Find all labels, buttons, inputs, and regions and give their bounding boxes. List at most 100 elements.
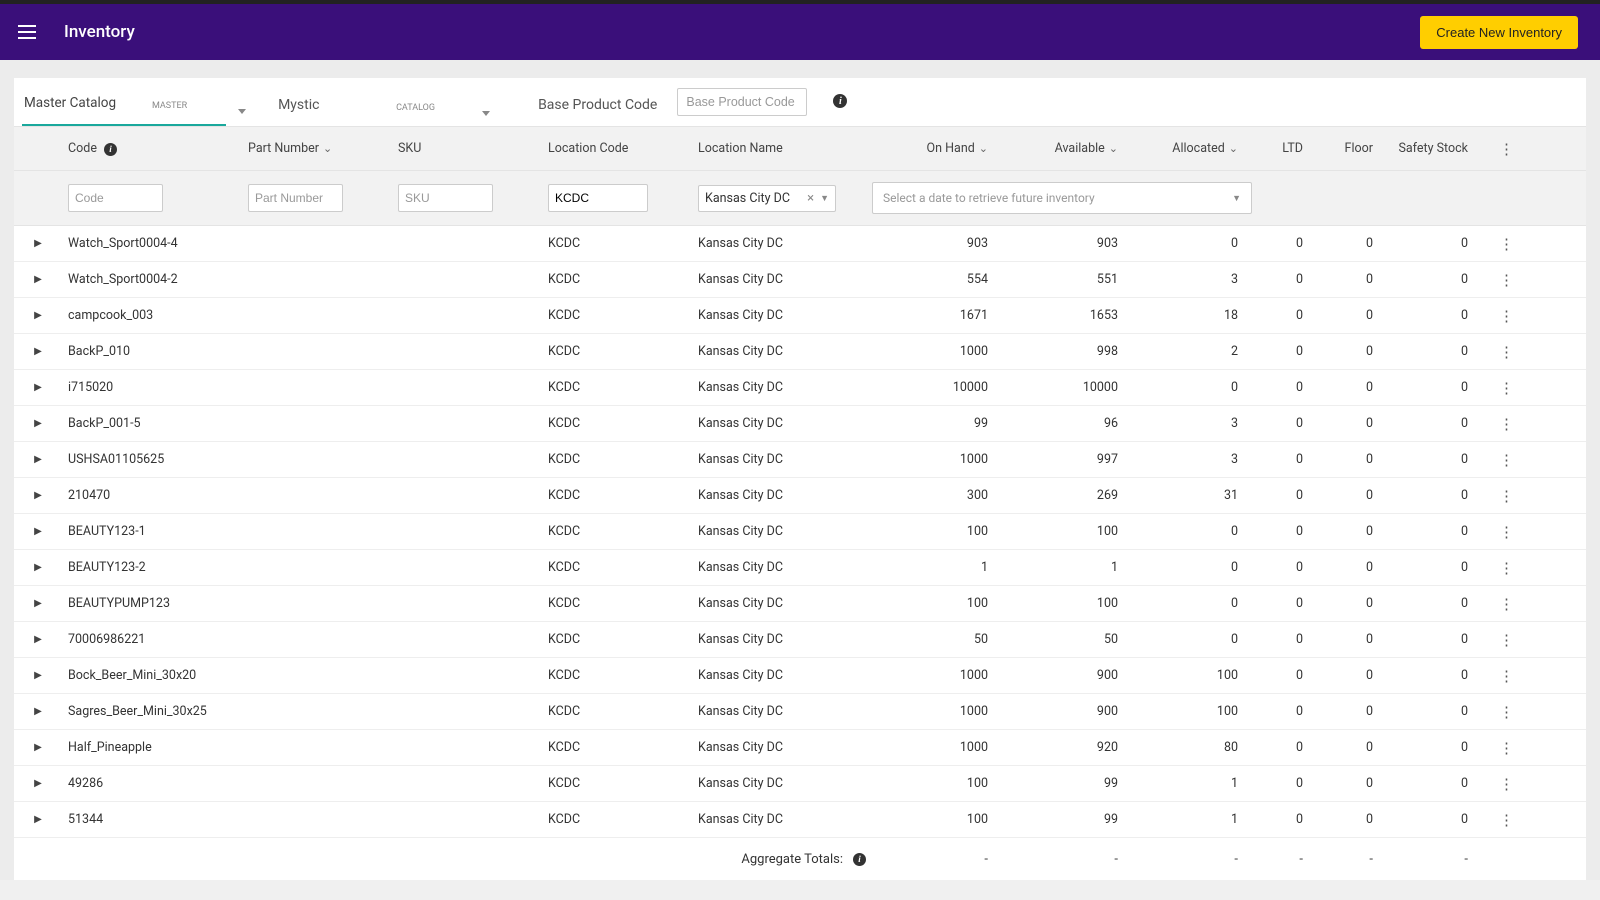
column-code[interactable]: Code i bbox=[62, 141, 242, 156]
page-title: Inventory bbox=[64, 22, 135, 42]
expand-icon[interactable]: ▶ bbox=[14, 526, 62, 537]
expand-icon[interactable]: ▶ bbox=[14, 778, 62, 789]
expand-icon[interactable]: ▶ bbox=[14, 670, 62, 681]
table-row[interactable]: ▶Bock_Beer_Mini_30x20KCDCKansas City DC1… bbox=[14, 658, 1586, 694]
cell-floor: 0 bbox=[1317, 416, 1387, 431]
row-options-icon[interactable] bbox=[1482, 775, 1530, 793]
expand-icon[interactable]: ▶ bbox=[14, 274, 62, 285]
cell-on-hand: 1000 bbox=[872, 452, 1002, 467]
filter-sku-input[interactable] bbox=[398, 184, 493, 212]
column-floor[interactable]: Floor bbox=[1317, 141, 1387, 156]
row-options-icon[interactable] bbox=[1482, 559, 1530, 577]
cell-allocated: 3 bbox=[1132, 452, 1252, 467]
column-sku[interactable]: SKU bbox=[392, 141, 542, 156]
column-location-name[interactable]: Location Name bbox=[692, 141, 872, 156]
future-inventory-date-combo[interactable]: Select a date to retrieve future invento… bbox=[872, 182, 1252, 214]
column-location-code[interactable]: Location Code bbox=[542, 141, 692, 156]
row-options-icon[interactable] bbox=[1482, 307, 1530, 325]
table-row[interactable]: ▶70006986221KCDCKansas City DC50500000 bbox=[14, 622, 1586, 658]
cell-on-hand: 1000 bbox=[872, 668, 1002, 683]
table-row[interactable]: ▶BEAUTY123-2KCDCKansas City DC110000 bbox=[14, 550, 1586, 586]
totals-safety: - bbox=[1387, 852, 1482, 867]
clear-icon[interactable]: × bbox=[807, 191, 814, 206]
info-icon[interactable]: i bbox=[104, 143, 117, 156]
cell-ltd: 0 bbox=[1252, 344, 1317, 359]
row-options-icon[interactable] bbox=[1482, 379, 1530, 397]
expand-icon[interactable]: ▶ bbox=[14, 238, 62, 249]
chevron-down-icon[interactable] bbox=[238, 109, 246, 114]
expand-icon[interactable]: ▶ bbox=[14, 706, 62, 717]
cell-location-name: Kansas City DC bbox=[692, 524, 872, 539]
base-product-code-input[interactable] bbox=[677, 88, 807, 116]
cell-available: 1 bbox=[1002, 560, 1132, 575]
table-row[interactable]: ▶i715020KCDCKansas City DC10000100000000 bbox=[14, 370, 1586, 406]
table-row[interactable]: ▶BackP_010KCDCKansas City DC10009982000 bbox=[14, 334, 1586, 370]
table-row[interactable]: ▶Half_PineappleKCDCKansas City DC1000920… bbox=[14, 730, 1586, 766]
cell-available: 100 bbox=[1002, 596, 1132, 611]
row-options-icon[interactable] bbox=[1482, 451, 1530, 469]
column-options-icon[interactable] bbox=[1482, 140, 1530, 158]
table-row[interactable]: ▶USHSA01105625KCDCKansas City DC10009973… bbox=[14, 442, 1586, 478]
table-row[interactable]: ▶51344KCDCKansas City DC100991000 bbox=[14, 802, 1586, 838]
row-options-icon[interactable] bbox=[1482, 235, 1530, 253]
cell-ltd: 0 bbox=[1252, 704, 1317, 719]
table-row[interactable]: ▶210470KCDCKansas City DC30026931000 bbox=[14, 478, 1586, 514]
expand-icon[interactable]: ▶ bbox=[14, 382, 62, 393]
row-options-icon[interactable] bbox=[1482, 487, 1530, 505]
table-row[interactable]: ▶BEAUTY123-1KCDCKansas City DC1001000000 bbox=[14, 514, 1586, 550]
cell-available: 50 bbox=[1002, 632, 1132, 647]
row-options-icon[interactable] bbox=[1482, 739, 1530, 757]
filter-part-number-input[interactable] bbox=[248, 184, 343, 212]
expand-icon[interactable]: ▶ bbox=[14, 490, 62, 501]
filter-location-name-combo[interactable]: Kansas City DC × ▼ bbox=[698, 185, 836, 212]
cell-available: 551 bbox=[1002, 272, 1132, 287]
expand-icon[interactable]: ▶ bbox=[14, 562, 62, 573]
expand-icon[interactable]: ▶ bbox=[14, 598, 62, 609]
cell-location-name: Kansas City DC bbox=[692, 452, 872, 467]
cell-on-hand: 554 bbox=[872, 272, 1002, 287]
row-options-icon[interactable] bbox=[1482, 415, 1530, 433]
chevron-down-icon[interactable] bbox=[482, 111, 490, 116]
row-options-icon[interactable] bbox=[1482, 811, 1530, 829]
row-options-icon[interactable] bbox=[1482, 523, 1530, 541]
row-options-icon[interactable] bbox=[1482, 343, 1530, 361]
expand-icon[interactable]: ▶ bbox=[14, 418, 62, 429]
column-safety-stock[interactable]: Safety Stock bbox=[1387, 141, 1482, 156]
chevron-down-icon[interactable]: ▼ bbox=[820, 193, 829, 204]
table-row[interactable]: ▶campcook_003KCDCKansas City DC167116531… bbox=[14, 298, 1586, 334]
cell-allocated: 0 bbox=[1132, 380, 1252, 395]
filter-code-input[interactable] bbox=[68, 184, 163, 212]
column-ltd[interactable]: LTD bbox=[1252, 141, 1317, 156]
column-on-hand[interactable]: On Hand⌄ bbox=[872, 141, 1002, 156]
row-options-icon[interactable] bbox=[1482, 271, 1530, 289]
row-options-icon[interactable] bbox=[1482, 667, 1530, 685]
expand-icon[interactable]: ▶ bbox=[14, 346, 62, 357]
catalog-tag: CATALOG bbox=[396, 103, 435, 113]
column-allocated[interactable]: Allocated⌄ bbox=[1132, 141, 1252, 156]
expand-icon[interactable]: ▶ bbox=[14, 634, 62, 645]
table-row[interactable]: ▶BEAUTYPUMP123KCDCKansas City DC10010000… bbox=[14, 586, 1586, 622]
column-part-number[interactable]: Part Number⌄ bbox=[242, 141, 392, 156]
row-options-icon[interactable] bbox=[1482, 631, 1530, 649]
expand-icon[interactable]: ▶ bbox=[14, 310, 62, 321]
catalog-label[interactable]: Mystic bbox=[276, 97, 319, 126]
expand-icon[interactable]: ▶ bbox=[14, 742, 62, 753]
info-icon[interactable]: i bbox=[853, 853, 866, 866]
menu-icon[interactable] bbox=[12, 16, 44, 48]
expand-icon[interactable]: ▶ bbox=[14, 454, 62, 465]
filter-location-code-input[interactable] bbox=[548, 184, 648, 212]
expand-icon[interactable]: ▶ bbox=[14, 814, 62, 825]
table-row[interactable]: ▶BackP_001-5KCDCKansas City DC99963000 bbox=[14, 406, 1586, 442]
table-row[interactable]: ▶49286KCDCKansas City DC100991000 bbox=[14, 766, 1586, 802]
create-new-inventory-button[interactable]: Create New Inventory bbox=[1420, 16, 1578, 49]
table-row[interactable]: ▶Sagres_Beer_Mini_30x25KCDCKansas City D… bbox=[14, 694, 1586, 730]
row-options-icon[interactable] bbox=[1482, 595, 1530, 613]
column-available[interactable]: Available⌄ bbox=[1002, 141, 1132, 156]
cell-location-name: Kansas City DC bbox=[692, 344, 872, 359]
table-row[interactable]: ▶Watch_Sport0004-4KCDCKansas City DC9039… bbox=[14, 226, 1586, 262]
cell-allocated: 0 bbox=[1132, 632, 1252, 647]
row-options-icon[interactable] bbox=[1482, 703, 1530, 721]
cell-floor: 0 bbox=[1317, 344, 1387, 359]
table-row[interactable]: ▶Watch_Sport0004-2KCDCKansas City DC5545… bbox=[14, 262, 1586, 298]
info-icon[interactable]: i bbox=[833, 94, 847, 108]
